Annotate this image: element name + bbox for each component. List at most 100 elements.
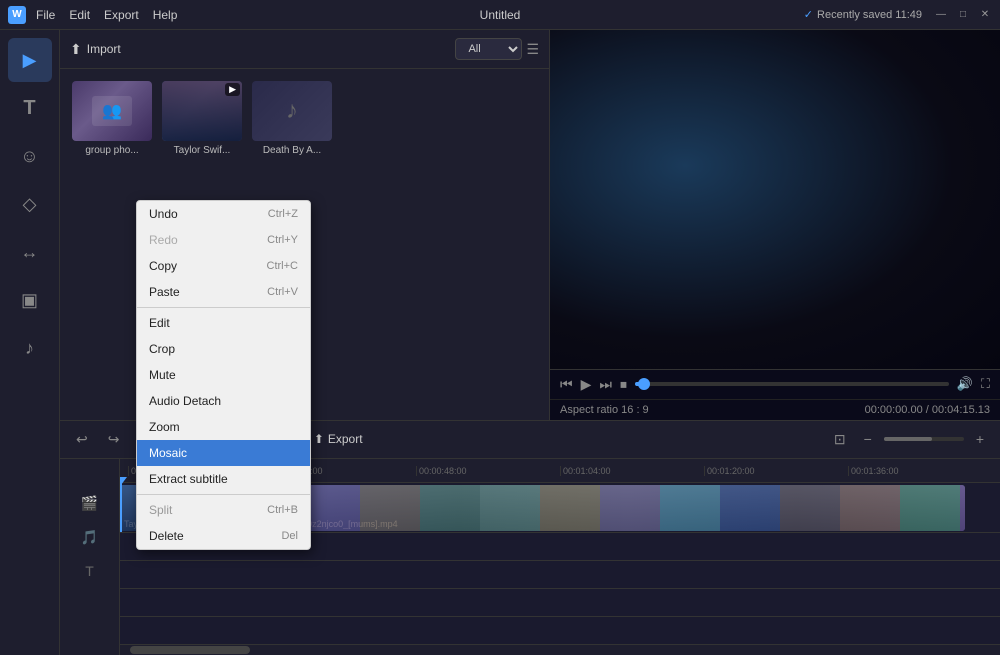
redo-button[interactable]: ↪	[102, 427, 126, 452]
clip-frame	[540, 485, 600, 531]
sidebar-btn-effects[interactable]: ◇	[8, 182, 52, 226]
empty-track-2	[120, 617, 1000, 645]
media-item-label: Death By A...	[252, 145, 332, 156]
title-bar-right: ✓ Recently saved 11:49 — □ ✕	[804, 8, 992, 22]
step-back-button[interactable]: ⏮	[560, 376, 573, 393]
play-button[interactable]: ▶	[581, 376, 592, 393]
zoom-fill	[884, 437, 932, 441]
menu-help[interactable]: Help	[153, 8, 178, 22]
menu-export[interactable]: Export	[104, 8, 139, 22]
ctx-delete-label: Delete	[149, 529, 184, 543]
preview-video	[550, 30, 1000, 369]
volume-button[interactable]: 🔊	[957, 376, 973, 392]
audio-track-icon[interactable]: 🎵	[72, 523, 108, 551]
view-toggle-button[interactable]: ☰	[526, 41, 539, 58]
ctx-redo-label: Redo	[149, 233, 178, 247]
transition-icon: ↔	[21, 242, 39, 263]
media-header: ⬆ Import All Video Audio Photo ☰	[60, 30, 549, 69]
title-bar: W File Edit Export Help Untitled ✓ Recen…	[0, 0, 1000, 30]
zoom-slider[interactable]	[884, 437, 964, 441]
export-icon: ⬆	[314, 432, 324, 446]
title-bar-left: W File Edit Export Help	[8, 6, 177, 24]
ruler-mark: 00:01:20:00	[704, 466, 848, 476]
maximize-button[interactable]: □	[956, 8, 970, 22]
clip-frame	[960, 485, 965, 531]
progress-dot	[638, 378, 650, 390]
clip-frame	[720, 485, 780, 531]
ruler-mark: 00:01:36:00	[848, 466, 992, 476]
sidebar-btn-media[interactable]: ▶	[8, 38, 52, 82]
ctx-split[interactable]: Split Ctrl+B	[137, 497, 310, 523]
zoom-out-button[interactable]: −	[858, 427, 878, 451]
timeline-scrollbar[interactable]	[120, 645, 1000, 655]
step-forward-button[interactable]: ⏭	[599, 376, 612, 393]
media-thumb-video: ▶	[162, 81, 242, 141]
export-button[interactable]: ⬆ Export	[306, 428, 371, 450]
clip-frame	[360, 485, 420, 531]
ctx-audio-detach[interactable]: Audio Detach	[137, 388, 310, 414]
ctx-undo-label: Undo	[149, 207, 178, 221]
subtitle-track[interactable]	[120, 561, 1000, 589]
filter-select[interactable]: All Video Audio Photo	[455, 38, 522, 60]
ctx-paste-label: Paste	[149, 285, 180, 299]
import-icon: ⬆	[70, 41, 82, 58]
ctx-copy-shortcut: Ctrl+C	[267, 260, 298, 272]
ctx-mute[interactable]: Mute	[137, 362, 310, 388]
ctx-extract-subtitle[interactable]: Extract subtitle	[137, 466, 310, 492]
ctx-mute-label: Mute	[149, 368, 176, 382]
progress-bar[interactable]	[635, 382, 949, 386]
menu-file[interactable]: File	[36, 8, 55, 22]
sidebar-btn-transition[interactable]: ↔	[8, 230, 52, 274]
import-label: Import	[87, 42, 121, 56]
preview-info: Aspect ratio 16 : 9 00:00:00.00 / 00:04:…	[550, 399, 1000, 420]
ctx-undo[interactable]: Undo Ctrl+Z	[137, 201, 310, 227]
subtitle-track-icon[interactable]: T	[72, 557, 108, 585]
text-icon: T	[23, 97, 35, 120]
empty-track-1	[120, 589, 1000, 617]
undo-button[interactable]: ↩	[70, 427, 94, 452]
stop-button[interactable]: ⏹	[620, 376, 627, 393]
ctx-mosaic[interactable]: Mosaic	[137, 440, 310, 466]
ctx-edit-label: Edit	[149, 316, 170, 330]
fullscreen-button[interactable]: ⛶	[981, 376, 990, 392]
sidebar-btn-audio[interactable]: ♪	[8, 326, 52, 370]
sidebar-btn-filter[interactable]: ▣	[8, 278, 52, 322]
ctx-delete[interactable]: Delete Del	[137, 523, 310, 549]
fit-button[interactable]: ⊡	[828, 427, 852, 452]
ctx-edit[interactable]: Edit	[137, 310, 310, 336]
video-track-icon[interactable]: 🎬	[72, 489, 108, 517]
ctx-divider-1	[137, 307, 310, 308]
clip-frame	[900, 485, 960, 531]
sidebar-btn-sticker[interactable]: ☺	[8, 134, 52, 178]
ctx-redo: Redo Ctrl+Y	[137, 227, 310, 253]
clip-frame	[660, 485, 720, 531]
media-item-label: group pho...	[72, 145, 152, 156]
clip-frame	[480, 485, 540, 531]
clip-frame	[780, 485, 840, 531]
media-thumb-photo: 👥	[72, 81, 152, 141]
import-button[interactable]: ⬆ Import	[70, 41, 121, 58]
filter-dropdown: All Video Audio Photo ☰	[455, 38, 539, 60]
sidebar-btn-text[interactable]: T	[8, 86, 52, 130]
ctx-zoom-label: Zoom	[149, 420, 180, 434]
media-item-video[interactable]: ▶ Taylor Swif...	[162, 81, 242, 156]
media-item-photo[interactable]: 👥 group pho...	[72, 81, 152, 156]
ctx-split-label: Split	[149, 503, 172, 517]
ctx-zoom[interactable]: Zoom	[137, 414, 310, 440]
zoom-controls: ⊡ − +	[828, 427, 990, 452]
export-label: Export	[328, 432, 363, 446]
ctx-paste[interactable]: Paste Ctrl+V	[137, 279, 310, 305]
minimize-button[interactable]: —	[934, 8, 948, 22]
menu-edit[interactable]: Edit	[69, 8, 90, 22]
scrollbar-thumb[interactable]	[130, 646, 250, 654]
ctx-copy[interactable]: Copy Ctrl+C	[137, 253, 310, 279]
clip-frame	[420, 485, 480, 531]
zoom-in-button[interactable]: +	[970, 427, 990, 451]
media-item-audio[interactable]: ♪ Death By A...	[252, 81, 332, 156]
ctx-divider-2	[137, 494, 310, 495]
ctx-crop[interactable]: Crop	[137, 336, 310, 362]
timeline-track-icons: 🎬 🎵 T	[60, 459, 120, 655]
close-button[interactable]: ✕	[978, 8, 992, 22]
app-logo: W	[8, 6, 26, 24]
ctx-extract-subtitle-label: Extract subtitle	[149, 472, 228, 486]
